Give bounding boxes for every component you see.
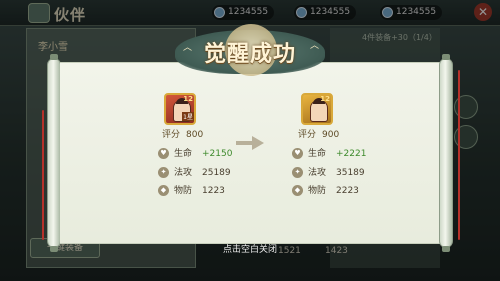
stat-row: ◆ 物防 2223 — [292, 184, 359, 198]
level-badge: 12 — [320, 95, 330, 103]
stat-row: ♥ 生命 +2150 — [158, 147, 232, 161]
rating-label: 评分 — [298, 130, 317, 140]
stat-row: ✦ 法攻 25189 — [158, 166, 231, 180]
hero-portrait-before: 12 1星 — [164, 93, 196, 125]
level-badge: 12 — [183, 95, 193, 103]
stat-row: ◆ 物防 1223 — [158, 184, 225, 198]
arrow-right-icon — [236, 136, 264, 150]
awakening-result-dialog — [60, 62, 440, 244]
heart-icon: ♥ — [158, 148, 169, 159]
magic-icon: ✦ — [292, 167, 303, 178]
hero-figure-icon — [310, 98, 328, 122]
rating-value: 900 — [322, 130, 340, 140]
magic-icon: ✦ — [158, 167, 169, 178]
shield-icon: ◆ — [292, 185, 303, 196]
dialog-title: 觉醒成功 — [203, 41, 296, 67]
bird-icon: ︿ — [310, 41, 320, 51]
heart-icon: ♥ — [292, 148, 303, 159]
tassel-decoration — [42, 110, 44, 240]
rating-before: 评分 800 — [162, 127, 203, 140]
tassel-decoration — [458, 70, 460, 240]
bird-icon: ︿ — [183, 43, 193, 53]
stat-row: ♥ 生命 +2221 — [292, 147, 366, 161]
rating-after: 评分 900 — [298, 127, 339, 140]
scroll-rod-left — [47, 54, 61, 252]
star-tag: 1星 — [182, 112, 194, 121]
rating-label: 评分 — [162, 130, 181, 140]
tap-to-close-hint: 点击空白关闭 — [222, 245, 277, 255]
shield-icon: ◆ — [158, 185, 169, 196]
rating-value: 800 — [186, 130, 204, 140]
hero-portrait-after: 12 — [301, 93, 333, 125]
scroll-rod-right — [439, 54, 453, 252]
stat-row: ✦ 法攻 35189 — [292, 166, 365, 180]
